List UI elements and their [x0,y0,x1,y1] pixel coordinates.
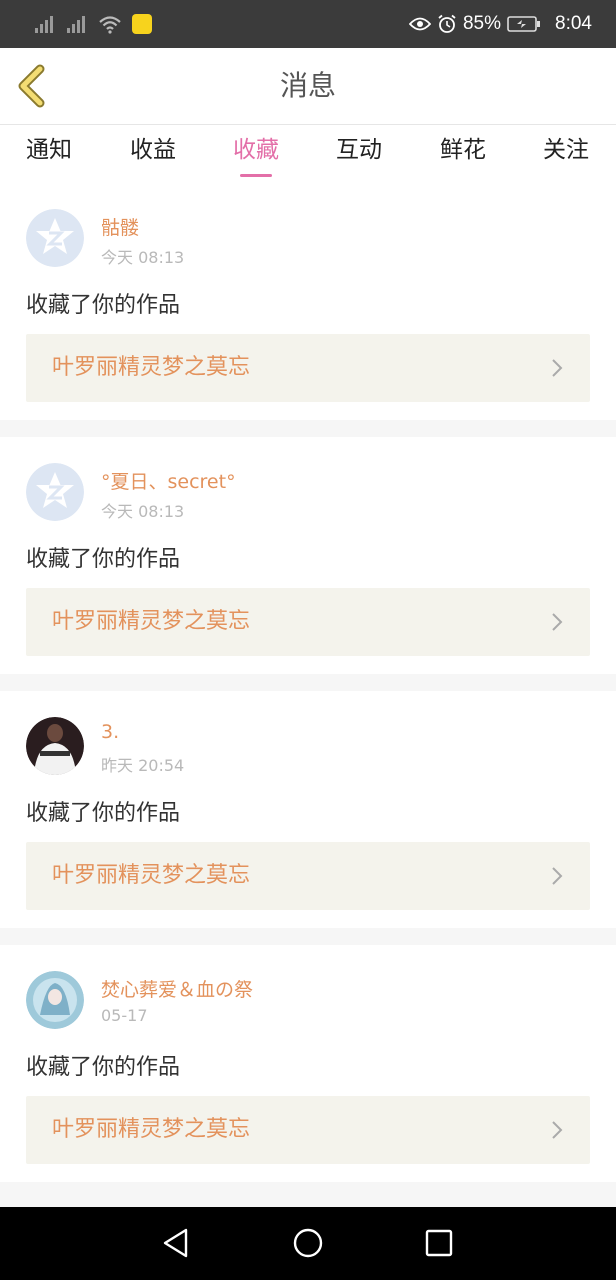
message-action: 收藏了你的作品 [26,547,181,572]
user-name[interactable]: °夏日、secret° [101,467,236,494]
tab-interactions[interactable]: 互动 [307,125,411,183]
work-link[interactable]: 叶罗丽精灵梦之莫忘 [26,1096,590,1164]
message-list: 骷髅 今天 08:13 收藏了你的作品 叶罗丽精灵梦之莫忘 °夏日、secret… [0,183,616,1199]
work-title: 叶罗丽精灵梦之莫忘 [52,1117,251,1142]
message-time: 今天 08:13 [101,248,185,267]
work-link[interactable]: 叶罗丽精灵梦之莫忘 [26,842,590,910]
message-time: 05-17 [101,1006,148,1025]
avatar[interactable] [26,463,84,521]
home-circle-icon[interactable] [290,1225,326,1261]
avatar[interactable] [26,717,84,775]
system-nav-bar [0,1207,616,1280]
message-action: 收藏了你的作品 [26,801,181,826]
tab-label: 互动 [336,137,382,163]
tab-favorites[interactable]: 收藏 [204,125,308,183]
wifi-icon [99,16,121,34]
tab-label: 鲜花 [440,137,486,163]
signal-icon [35,16,53,33]
user-name[interactable]: 骷髅 [101,213,139,240]
user-name[interactable]: 焚心葬爱＆血の祭 [101,975,253,1002]
avatar[interactable] [26,971,84,1029]
tab-earnings[interactable]: 收益 [101,125,205,183]
chevron-right-icon [552,359,563,377]
avatar[interactable] [26,209,84,267]
tab-label: 通知 [26,137,72,163]
message-card: 焚心葬爱＆血の祭 05-17 收藏了你的作品 叶罗丽精灵梦之莫忘 [0,945,616,1182]
tab-notifications[interactable]: 通知 [0,125,101,183]
chevron-right-icon [552,613,563,631]
message-card: °夏日、secret° 今天 08:13 收藏了你的作品 叶罗丽精灵梦之莫忘 [0,437,616,674]
tab-label: 收益 [130,137,176,163]
work-title: 叶罗丽精灵梦之莫忘 [52,863,251,888]
message-card: 3. 昨天 20:54 收藏了你的作品 叶罗丽精灵梦之莫忘 [0,691,616,928]
battery-icon [507,16,541,32]
tab-label: 收藏 [233,137,279,163]
work-title: 叶罗丽精灵梦之莫忘 [52,355,251,380]
chevron-right-icon [552,867,563,885]
message-action: 收藏了你的作品 [26,293,181,318]
user-name[interactable]: 3. [101,721,119,743]
tab-flowers[interactable]: 鲜花 [411,125,515,183]
app-icon [132,14,152,34]
anime-avatar-icon [26,971,84,1029]
work-link[interactable]: 叶罗丽精灵梦之莫忘 [26,334,590,402]
photo-avatar-icon [26,717,84,775]
tab-follows[interactable]: 关注 [514,125,616,183]
default-avatar-icon [26,209,84,267]
active-tab-indicator [240,174,272,177]
back-triangle-icon[interactable] [158,1225,194,1261]
alarm-icon [438,14,456,33]
eye-icon [408,17,431,31]
recents-square-icon[interactable] [421,1225,457,1261]
signal-icon [67,16,85,33]
work-link[interactable]: 叶罗丽精灵梦之莫忘 [26,588,590,656]
page-title: 消息 [279,69,336,102]
status-right-icons: 85% 8:04 [408,0,592,48]
message-action: 收藏了你的作品 [26,1055,181,1080]
default-avatar-icon [26,463,84,521]
status-left-icons [34,12,152,36]
clock-time: 8:04 [555,13,592,34]
message-time: 昨天 20:54 [101,756,185,775]
work-title: 叶罗丽精灵梦之莫忘 [52,609,251,634]
chevron-right-icon [552,1121,563,1139]
message-time: 今天 08:13 [101,502,185,521]
tab-bar: 通知 收益 收藏 互动 鲜花 关注 [0,125,616,183]
status-bar: 85% 8:04 [0,0,616,48]
app-header: 消息 [0,48,616,125]
message-card: 骷髅 今天 08:13 收藏了你的作品 叶罗丽精灵梦之莫忘 [0,183,616,420]
battery-percent: 85% [462,13,502,34]
tab-label: 关注 [543,137,589,163]
